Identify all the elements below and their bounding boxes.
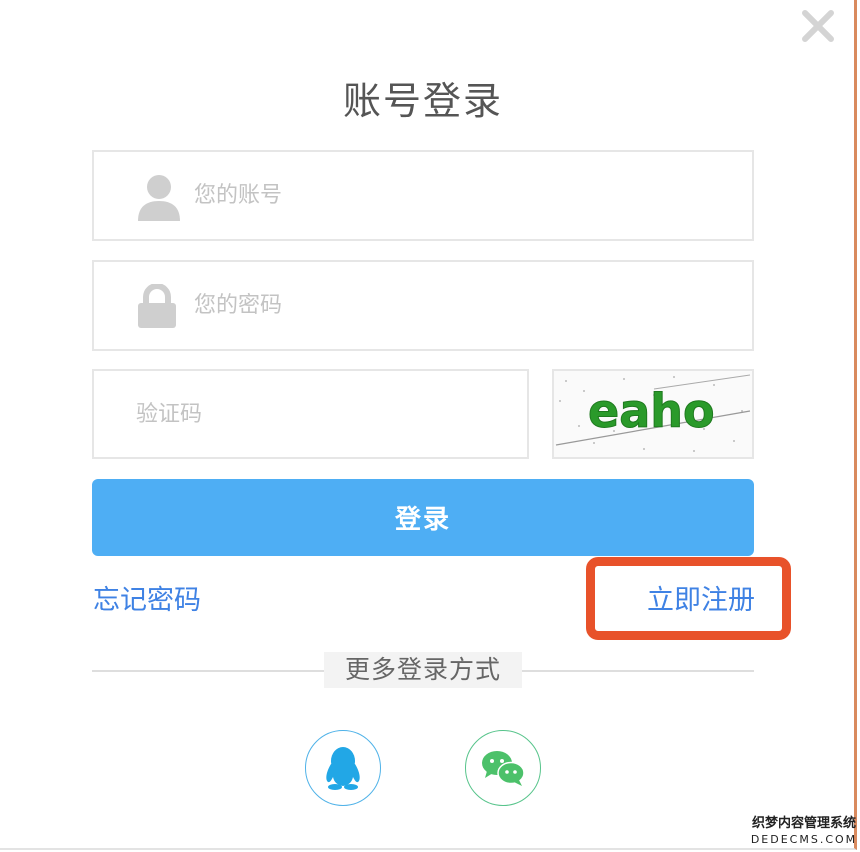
- account-field[interactable]: [92, 150, 754, 241]
- register-link[interactable]: 立即注册: [647, 578, 755, 617]
- dialog-title: 账号登录: [342, 79, 503, 123]
- wechat-icon: [482, 751, 525, 786]
- watermark-logo: 织梦内容管理系统 DEDECMS.COM: [748, 815, 860, 852]
- captcha-image[interactable]: eaho: [552, 369, 754, 459]
- watermark-line1: 织梦内容管理系统: [751, 816, 856, 831]
- password-field[interactable]: [92, 260, 754, 351]
- login-dialog: 账号登录 您的账号 验证码 eaho 登录 忘记密码 立即注册 更多登录方式: [0, 0, 857, 850]
- qq-icon: [326, 747, 360, 790]
- qq-login-button[interactable]: [305, 730, 381, 806]
- captcha-text: eaho: [588, 384, 715, 438]
- captcha-field[interactable]: [92, 369, 529, 459]
- wechat-login-button[interactable]: [465, 730, 541, 806]
- user-icon: [136, 174, 182, 226]
- password-input[interactable]: [192, 262, 736, 349]
- login-button[interactable]: 登录: [92, 479, 754, 556]
- watermark-line2: DEDECMS.COM: [750, 833, 858, 846]
- captcha-input[interactable]: [134, 371, 518, 457]
- close-button[interactable]: [800, 8, 836, 44]
- close-icon: [802, 10, 834, 42]
- more-login-label: 更多登录方式: [324, 652, 522, 688]
- forgot-password-link[interactable]: 忘记密码: [93, 578, 201, 617]
- lock-icon: [136, 283, 178, 332]
- account-input[interactable]: [192, 152, 736, 239]
